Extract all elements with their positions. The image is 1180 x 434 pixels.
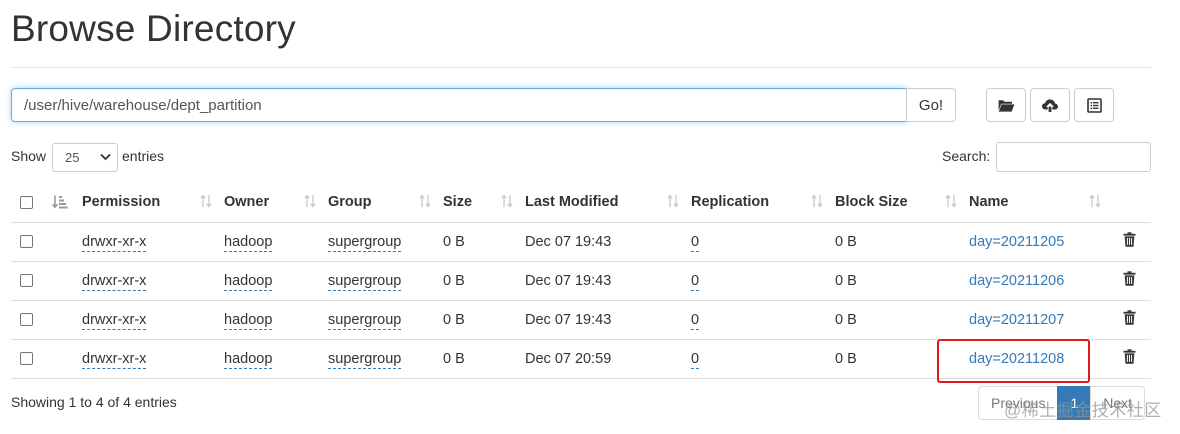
- trash-icon: [1123, 271, 1136, 286]
- owner-cell[interactable]: hadoop: [224, 233, 273, 252]
- upload-files-button[interactable]: [1030, 88, 1070, 122]
- group-cell[interactable]: supergroup: [328, 350, 402, 369]
- list-alt-icon: [1086, 97, 1102, 113]
- sort-arrows-icon: [501, 194, 513, 208]
- entries-per-page-value: 25: [65, 150, 80, 165]
- column-header-replication[interactable]: Replication: [691, 183, 835, 223]
- search-input[interactable]: [996, 142, 1151, 172]
- show-label: Show: [11, 148, 47, 164]
- table-row: drwxr-xr-x hadoop supergroup 0 B Dec 07 …: [11, 300, 1151, 340]
- delete-button[interactable]: [1123, 271, 1136, 290]
- delete-button[interactable]: [1123, 232, 1136, 251]
- select-all-header: [11, 183, 48, 223]
- delete-button[interactable]: [1123, 310, 1136, 329]
- size-cell: 0 B: [443, 300, 525, 340]
- permission-cell[interactable]: drwxr-xr-x: [82, 272, 147, 291]
- table-info: Showing 1 to 4 of 4 entries: [11, 394, 177, 410]
- select-all-checkbox[interactable]: [20, 195, 33, 209]
- next-page-button[interactable]: Next: [1090, 386, 1146, 420]
- size-cell: 0 B: [443, 222, 525, 262]
- chevron-down-icon: [100, 153, 111, 161]
- sort-arrows-icon: [667, 194, 679, 208]
- table-row: drwxr-xr-x hadoop supergroup 0 B Dec 07 …: [11, 339, 1151, 379]
- owner-cell[interactable]: hadoop: [224, 350, 273, 369]
- replication-cell[interactable]: 0: [691, 272, 700, 291]
- column-header-group[interactable]: Group: [328, 183, 443, 223]
- previous-page-button[interactable]: Previous: [978, 386, 1059, 420]
- table-row: drwxr-xr-x hadoop supergroup 0 B Dec 07 …: [11, 261, 1151, 301]
- trash-icon: [1123, 310, 1136, 325]
- directory-name-link[interactable]: day=20211208: [969, 351, 1064, 367]
- cut-paste-button[interactable]: [1074, 88, 1114, 122]
- block-size-cell: 0 B: [835, 222, 969, 262]
- permission-cell[interactable]: drwxr-xr-x: [82, 233, 147, 252]
- column-header-size[interactable]: Size: [443, 183, 525, 223]
- directory-path-input[interactable]: [11, 88, 907, 122]
- go-button[interactable]: Go!: [906, 88, 956, 122]
- replication-cell[interactable]: 0: [691, 350, 700, 369]
- column-header-permission[interactable]: Permission: [82, 183, 224, 223]
- size-cell: 0 B: [443, 261, 525, 301]
- page-title: Browse Directory: [11, 8, 296, 49]
- pagination: Previous 1 Next: [978, 386, 1146, 420]
- last-modified-cell: Dec 07 19:43: [525, 300, 691, 340]
- column-header-last-modified[interactable]: Last Modified: [525, 183, 691, 223]
- folder-open-icon: [998, 99, 1015, 112]
- size-cell: 0 B: [443, 339, 525, 379]
- directory-name-link[interactable]: day=20211206: [969, 273, 1064, 289]
- create-directory-button[interactable]: [986, 88, 1026, 122]
- row-checkbox[interactable]: [20, 235, 33, 249]
- search-label: Search:: [942, 148, 991, 164]
- sort-type-header[interactable]: [48, 183, 82, 223]
- entries-label: entries: [122, 148, 165, 164]
- column-header-owner[interactable]: Owner: [224, 183, 328, 223]
- title-divider: [11, 67, 1151, 68]
- permission-cell[interactable]: drwxr-xr-x: [82, 350, 147, 369]
- owner-cell[interactable]: hadoop: [224, 311, 273, 330]
- entries-per-page-select[interactable]: 25: [52, 143, 118, 172]
- block-size-cell: 0 B: [835, 261, 969, 301]
- sort-arrows-icon: [811, 194, 823, 208]
- sort-arrows-icon: [1089, 194, 1101, 208]
- page-1-button[interactable]: 1: [1057, 386, 1092, 420]
- column-header-block-size[interactable]: Block Size: [835, 183, 969, 223]
- sort-arrows-icon: [419, 194, 431, 208]
- replication-cell[interactable]: 0: [691, 233, 700, 252]
- replication-cell[interactable]: 0: [691, 311, 700, 330]
- directory-table: Permission Owner Group Size Last Modifie…: [11, 183, 1151, 379]
- last-modified-cell: Dec 07 20:59: [525, 339, 691, 379]
- group-cell[interactable]: supergroup: [328, 311, 402, 330]
- trash-icon: [1123, 232, 1136, 247]
- last-modified-cell: Dec 07 19:43: [525, 222, 691, 262]
- last-modified-cell: Dec 07 19:43: [525, 261, 691, 301]
- block-size-cell: 0 B: [835, 300, 969, 340]
- cloud-upload-icon: [1042, 98, 1058, 112]
- table-header-row: Permission Owner Group Size Last Modifie…: [11, 183, 1151, 223]
- owner-cell[interactable]: hadoop: [224, 272, 273, 291]
- sort-arrows-icon: [945, 194, 957, 208]
- sort-arrows-icon: [304, 194, 316, 208]
- table-row: drwxr-xr-x hadoop supergroup 0 B Dec 07 …: [11, 222, 1151, 262]
- permission-cell[interactable]: drwxr-xr-x: [82, 311, 147, 330]
- group-cell[interactable]: supergroup: [328, 272, 402, 291]
- sort-arrows-icon: [200, 194, 212, 208]
- row-checkbox[interactable]: [20, 313, 33, 327]
- group-cell[interactable]: supergroup: [328, 233, 402, 252]
- directory-name-link[interactable]: day=20211205: [969, 234, 1064, 250]
- sort-amount-asc-icon: [51, 195, 68, 209]
- actions-header: [1113, 183, 1151, 223]
- block-size-cell: 0 B: [835, 339, 969, 379]
- trash-icon: [1123, 349, 1136, 364]
- column-header-name[interactable]: Name: [969, 183, 1113, 223]
- row-checkbox[interactable]: [20, 352, 33, 366]
- directory-name-link[interactable]: day=20211207: [969, 312, 1064, 328]
- delete-button[interactable]: [1123, 349, 1136, 368]
- row-checkbox[interactable]: [20, 274, 33, 288]
